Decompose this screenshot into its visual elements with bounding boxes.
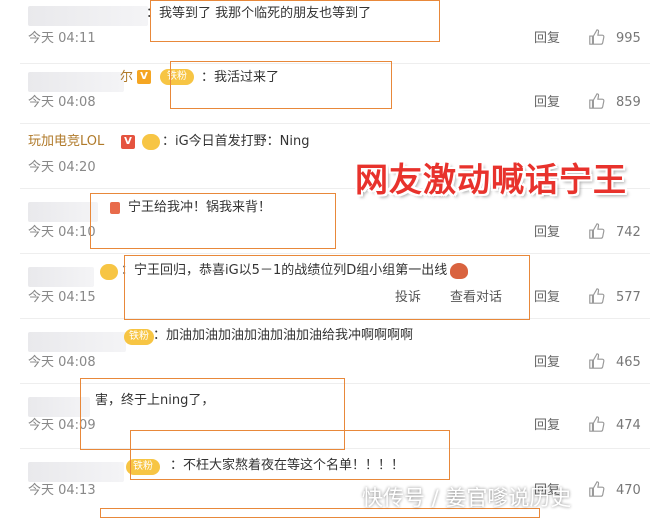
comment-time: 今天 04:08 <box>28 95 96 110</box>
comment-time: 今天 04:10 <box>28 225 96 240</box>
like-count: 474 <box>616 418 641 433</box>
comment-time: 今天 04:20 <box>28 160 96 175</box>
thumbs-up-icon[interactable] <box>588 28 606 46</box>
user-name[interactable]: 玩加电竞LOL <box>28 132 104 152</box>
fan-badge: 铁粉 <box>124 329 154 345</box>
highlight-box <box>130 430 450 480</box>
comment-text: ：加油加油加油加油加油加油给我冲啊啊啊啊 <box>153 328 414 343</box>
like-count: 465 <box>616 355 641 370</box>
like-count: 577 <box>616 290 641 305</box>
fan-badge <box>100 264 118 280</box>
comment-row: 铁粉 ：加油加油加油加油加油加油给我冲啊啊啊啊 今天 04:08 回复 465 <box>0 320 650 384</box>
source-watermark: 快传号 / 姜官嗲说历史 <box>362 486 572 510</box>
highlight-box <box>170 61 392 109</box>
user-name-redacted[interactable] <box>28 202 98 222</box>
user-name-redacted[interactable] <box>28 267 94 287</box>
fan-badge <box>142 134 160 150</box>
thumbs-up-icon[interactable] <box>588 92 606 110</box>
reply-button[interactable]: 回复 <box>534 224 560 242</box>
like-count: 742 <box>616 225 641 240</box>
like-count: 859 <box>616 95 641 110</box>
thumbs-up-icon[interactable] <box>588 352 606 370</box>
thumbs-up-icon[interactable] <box>588 480 606 498</box>
verified-v-icon: V <box>137 70 151 84</box>
user-name-redacted[interactable] <box>28 6 148 26</box>
user-name[interactable]: 尔 <box>120 68 133 88</box>
user-name-redacted[interactable] <box>28 332 126 352</box>
comment-text: ：iG今日首发打野：Ning <box>162 134 310 149</box>
headline-caption: 网友激动喊话宁王 <box>355 160 627 199</box>
verified-v-icon: V <box>121 135 135 149</box>
reply-button[interactable]: 回复 <box>534 94 560 112</box>
user-name-redacted[interactable] <box>28 462 124 482</box>
user-name-redacted[interactable] <box>28 72 124 92</box>
highlight-box <box>150 0 440 42</box>
reply-button[interactable]: 回复 <box>534 417 560 435</box>
comment-time: 今天 04:08 <box>28 355 96 370</box>
like-count: 470 <box>616 483 641 498</box>
thumbs-up-icon[interactable] <box>588 287 606 305</box>
comment-time: 今天 04:11 <box>28 31 96 46</box>
divider <box>20 253 650 254</box>
comment-time: 今天 04:13 <box>28 483 96 498</box>
highlight-box <box>90 193 336 249</box>
highlight-box <box>124 255 530 320</box>
reply-button[interactable]: 回复 <box>534 30 560 48</box>
thumbs-up-icon[interactable] <box>588 222 606 240</box>
reply-button[interactable]: 回复 <box>534 289 560 307</box>
divider <box>20 123 650 124</box>
like-count: 995 <box>616 31 641 46</box>
thumbs-up-icon[interactable] <box>588 415 606 433</box>
reply-button[interactable]: 回复 <box>534 354 560 372</box>
comment-time: 今天 04:15 <box>28 290 96 305</box>
